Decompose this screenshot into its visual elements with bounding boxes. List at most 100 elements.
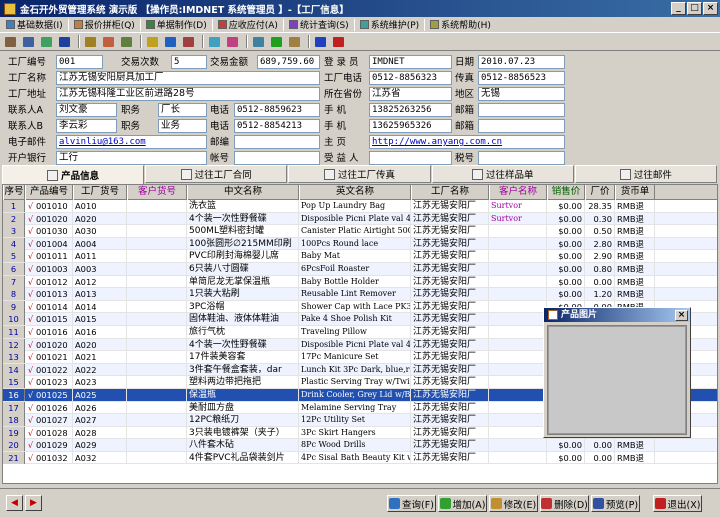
menu-statistics-query[interactable]: 统计查询(S) <box>285 18 353 32</box>
table-row[interactable]: 21 √ 001032 A032 4件套PVC礼品袋装剑片 4Pc Sisal Bath … <box>3 451 717 465</box>
tab-past-contracts[interactable]: 过往工厂合同 <box>145 165 288 183</box>
delete-button[interactable]: 删除(D) <box>540 495 589 512</box>
row-check-icon[interactable]: √ <box>25 326 36 338</box>
row-check-icon[interactable]: √ <box>25 313 36 325</box>
trade-amount-field[interactable]: 689,759.60 <box>257 55 320 69</box>
row-check-icon[interactable]: √ <box>25 439 36 451</box>
date-field[interactable]: 2010.07.23 <box>478 55 565 69</box>
photo-close-button[interactable]: × <box>675 309 688 321</box>
menu-quote-container[interactable]: 报价拼柜(Q) <box>70 18 139 32</box>
factory-phone-field[interactable]: 0512-8856323 <box>369 71 452 85</box>
clipboard-button[interactable] <box>101 35 116 49</box>
mail-b-field[interactable] <box>478 119 565 133</box>
row-check-icon[interactable]: √ <box>25 414 36 426</box>
wallet-button[interactable] <box>207 35 222 49</box>
row-check-icon[interactable]: √ <box>25 276 36 288</box>
duty-b-field[interactable]: 业务 <box>158 119 207 133</box>
duty-a-field[interactable]: 厂长 <box>158 103 207 117</box>
beneficiary-field[interactable] <box>369 151 452 165</box>
preview-button[interactable]: 预览(P) <box>591 495 640 512</box>
table-row[interactable]: 4 √ 001004 A004 100张圆形∅215MM印刷 100Pcs Round l… <box>3 237 717 251</box>
table-row[interactable]: 20 √ 001029 A029 八件套木砧 8Pc Wood Drills 江苏无锡安阳厂… <box>3 439 717 452</box>
registrant-field[interactable]: IMDNET <box>369 55 452 69</box>
col-product-code[interactable]: 产品编号 <box>25 185 73 200</box>
factory-address-field[interactable]: 江苏无锡科隆工业区前进路28号 <box>56 87 320 101</box>
exit-button[interactable] <box>331 35 346 49</box>
maximize-button[interactable]: □ <box>687 2 702 15</box>
query-button[interactable]: 查询(F) <box>387 495 436 512</box>
row-check-icon[interactable]: √ <box>25 351 36 363</box>
row-check-icon[interactable]: √ <box>25 376 36 388</box>
monitor-button[interactable] <box>251 35 266 49</box>
table-row[interactable]: 6 √ 001003 A003 6只装八寸圆碟 6PcsFoil Roaster 江苏无锡安… <box>3 262 717 276</box>
lock-button[interactable] <box>287 35 302 49</box>
table-row[interactable]: 7 √ 001012 A012 单简尼龙无掌保温瓶 Baby Bottle Holder 江… <box>3 275 717 289</box>
mobile-a-field[interactable]: 13825263256 <box>369 103 452 117</box>
nav-next-button[interactable]: ▶ <box>25 495 42 511</box>
col-currency[interactable]: 货币单 <box>615 185 655 200</box>
table-row[interactable]: 1 √ 001010 A010 洗衣篮 Pop Up Laundry Bag 江苏无锡安阳厂… <box>3 200 717 213</box>
row-check-icon[interactable]: √ <box>25 389 36 401</box>
row-check-icon[interactable]: √ <box>25 250 36 262</box>
col-factory-name[interactable]: 工厂名称 <box>411 185 489 200</box>
money-bag-button[interactable] <box>83 35 98 49</box>
table-row[interactable]: 8 √ 001013 A013 1只装大粘刷 Reusable Lint Remover 江… <box>3 288 717 301</box>
row-check-icon[interactable]: √ <box>25 339 36 351</box>
col-factory-no[interactable]: 工厂货号 <box>73 185 127 200</box>
col-index[interactable]: 序号 <box>3 185 25 200</box>
menu-system-maintenance[interactable]: 系统维护(P) <box>356 18 423 32</box>
tab-product-info[interactable]: 产品信息 <box>2 165 145 184</box>
nav-prev-button[interactable]: ◀ <box>6 495 23 511</box>
col-cn-name[interactable]: 中文名称 <box>187 185 299 200</box>
help-button[interactable] <box>313 35 328 49</box>
homepage-field[interactable]: http://www.anyang.com.cn <box>369 135 565 149</box>
postcode-field[interactable] <box>234 135 320 149</box>
row-check-icon[interactable]: √ <box>25 213 36 225</box>
col-customer-name[interactable]: 客户名称 <box>489 185 547 200</box>
table-button[interactable] <box>57 35 72 49</box>
col-factory-price[interactable]: 厂价 <box>585 185 615 200</box>
edit-button[interactable]: 修改(E) <box>489 495 538 512</box>
row-check-icon[interactable]: √ <box>25 225 36 237</box>
row-check-icon[interactable]: √ <box>25 402 36 414</box>
document-button[interactable] <box>119 35 134 49</box>
mail-a-field[interactable] <box>478 103 565 117</box>
contact-b-field[interactable]: 李云彩 <box>56 119 117 133</box>
menu-system-help[interactable]: 系统帮助(H) <box>426 18 495 32</box>
col-en-name[interactable]: 英文名称 <box>299 185 411 200</box>
row-check-icon[interactable]: √ <box>25 200 36 212</box>
row-check-icon[interactable]: √ <box>25 427 36 439</box>
tab-past-samples[interactable]: 过往样品单 <box>431 165 574 183</box>
account-field[interactable] <box>234 151 320 165</box>
database-button[interactable] <box>21 35 36 49</box>
phone-b-field[interactable]: 0512-8854213 <box>234 119 320 133</box>
calculator-button[interactable] <box>3 35 18 49</box>
table-row[interactable]: 2 √ 001020 A020 4个装一次性野餐碟 Disposible Picni Pl… <box>3 212 717 226</box>
row-check-icon[interactable]: √ <box>25 288 36 300</box>
menu-document-making[interactable]: 单据制作(D) <box>142 18 211 32</box>
photo-window-titlebar[interactable]: 产品图片 × <box>544 308 690 322</box>
tab-past-emails[interactable]: 过往邮件 <box>574 165 718 183</box>
factory-code-field[interactable]: 001 <box>56 55 103 69</box>
factory-name-field[interactable]: 江苏无锡安阳厨具加工厂 <box>56 71 320 85</box>
contact-a-field[interactable]: 刘文豪 <box>56 103 117 117</box>
exit-button[interactable]: 退出(X) <box>653 495 702 512</box>
tab-past-faxes[interactable]: 过往工厂传真 <box>288 165 431 183</box>
mobile-b-field[interactable]: 13625965326 <box>369 119 452 133</box>
row-check-icon[interactable]: √ <box>25 238 36 250</box>
menu-receivable-payable[interactable]: 应收应付(A) <box>214 18 282 32</box>
add-button[interactable]: 增加(A) <box>438 495 487 512</box>
table-row[interactable]: 5 √ 001011 A011 PVC印刷封海棉婴儿席 Baby Mat 江苏无锡安阳厂 $0… <box>3 250 717 263</box>
trade-count-field[interactable]: 5 <box>171 55 207 69</box>
gift-button[interactable] <box>145 35 160 49</box>
row-check-icon[interactable]: √ <box>25 452 36 464</box>
bank-field[interactable]: 工行 <box>56 151 207 165</box>
refresh-button[interactable] <box>269 35 284 49</box>
fax-field[interactable]: 0512-8856523 <box>478 71 565 85</box>
region-field[interactable]: 无锡 <box>478 87 565 101</box>
col-customer-no[interactable]: 客户货号 <box>127 185 187 200</box>
table-row[interactable]: 3 √ 001030 A030 500ML塑料密封罐 Canister Platic Ai… <box>3 225 717 238</box>
row-check-icon[interactable]: √ <box>25 263 36 275</box>
email-field[interactable]: alvinliu@163.com <box>56 135 207 149</box>
province-field[interactable]: 江苏省 <box>369 87 452 101</box>
